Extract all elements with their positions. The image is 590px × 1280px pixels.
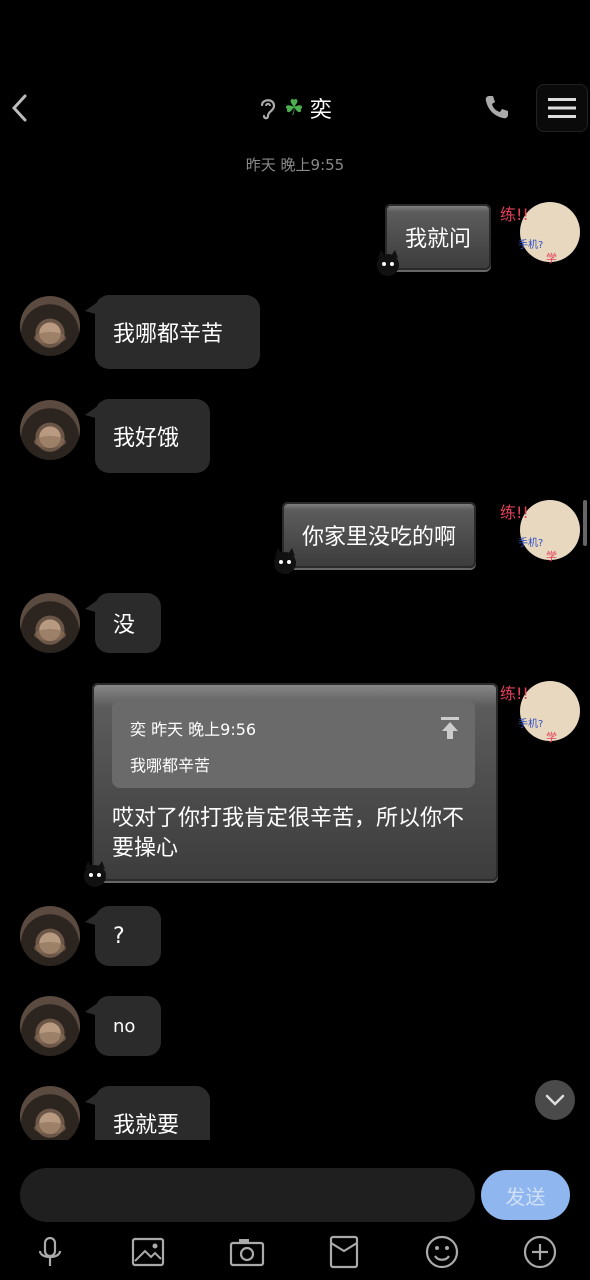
- message-text: 哎对了你打我肯定很辛苦，所以你不要操心: [112, 806, 465, 861]
- chevron-down-icon: [545, 1094, 565, 1106]
- quote-text: 我哪都辛苦: [130, 756, 211, 775]
- send-button[interactable]: 发送: [481, 1170, 570, 1220]
- svg-text:练!!: 练!!: [500, 503, 529, 522]
- message-text: 我好饿: [113, 426, 180, 451]
- message-text: 你家里没吃的啊: [302, 525, 457, 550]
- contact-name: 奕: [309, 98, 332, 123]
- input-toolbar: [0, 1228, 590, 1280]
- clover-icon: ☘: [284, 95, 304, 121]
- microphone-icon: [38, 1236, 62, 1266]
- emoji-icon: [425, 1235, 459, 1269]
- message-text: 我就要: [113, 1113, 180, 1138]
- svg-text:学: 学: [546, 549, 557, 563]
- emoji-button[interactable]: [422, 1232, 462, 1272]
- sticker-icon: 练!! 手机?学: [500, 681, 580, 744]
- red-packet-icon: [329, 1235, 359, 1269]
- avatar[interactable]: [20, 1086, 80, 1140]
- scrollbar[interactable]: [583, 500, 587, 546]
- message-input[interactable]: [20, 1168, 475, 1222]
- clipped-message-row: 我就要: [0, 1080, 590, 1140]
- ear-icon: [258, 95, 278, 121]
- cat-decoration-icon: [84, 861, 106, 887]
- incoming-message[interactable]: 我哪都辛苦: [85, 295, 260, 369]
- quoted-reply[interactable]: 奕 昨天 晚上9:56 我哪都辛苦: [112, 700, 475, 788]
- incoming-message[interactable]: no: [85, 996, 161, 1056]
- message-timestamp: 昨天 晚上9:55: [245, 156, 345, 174]
- message-text: 我哪都辛苦: [113, 322, 224, 347]
- incoming-message[interactable]: 没: [85, 593, 161, 653]
- message-text: ?: [113, 923, 125, 949]
- photo-button[interactable]: [128, 1232, 168, 1272]
- avatar[interactable]: [20, 593, 80, 653]
- incoming-message[interactable]: 我就要: [85, 1086, 210, 1140]
- avatar[interactable]: [20, 296, 80, 356]
- red-packet-button[interactable]: [324, 1232, 364, 1272]
- camera-button[interactable]: [227, 1232, 267, 1272]
- svg-text:练!!: 练!!: [500, 205, 529, 224]
- avatar[interactable]: [20, 400, 80, 460]
- voice-button[interactable]: [30, 1232, 70, 1272]
- more-button[interactable]: [520, 1232, 560, 1272]
- sticker-icon: 练!! 手机?学: [500, 500, 580, 563]
- svg-text:练!!: 练!!: [500, 684, 529, 703]
- camera-icon: [229, 1239, 265, 1267]
- quote-meta: 奕 昨天 晚上9:56: [130, 720, 257, 739]
- incoming-message[interactable]: ?: [85, 906, 161, 966]
- phone-call-button[interactable]: [482, 92, 516, 124]
- svg-text:学: 学: [546, 251, 557, 265]
- plus-icon: [523, 1235, 557, 1269]
- avatar[interactable]: [20, 996, 80, 1056]
- svg-text:手机?: 手机?: [518, 717, 543, 730]
- incoming-message[interactable]: 我好饿: [85, 399, 210, 473]
- scroll-to-bottom-button[interactable]: [535, 1080, 575, 1120]
- svg-text:学: 学: [546, 730, 557, 744]
- svg-text:手机?: 手机?: [518, 238, 543, 251]
- svg-text:手机?: 手机?: [518, 536, 543, 549]
- chat-header: ☘ 奕: [0, 0, 590, 150]
- avatar[interactable]: [20, 906, 80, 966]
- image-icon: [131, 1237, 165, 1267]
- message-text: no: [113, 1015, 136, 1037]
- message-text: 没: [113, 613, 136, 638]
- pin-top-icon[interactable]: [439, 716, 461, 740]
- message-text: 我就问: [405, 227, 472, 252]
- cat-decoration-icon: [377, 250, 399, 276]
- sticker-icon: 练!! 手机?学: [500, 202, 580, 265]
- outgoing-message[interactable]: 你家里没吃的啊: [274, 502, 477, 574]
- outgoing-message[interactable]: 我就问: [377, 204, 492, 276]
- cat-decoration-icon: [274, 548, 296, 574]
- menu-button[interactable]: [536, 84, 588, 132]
